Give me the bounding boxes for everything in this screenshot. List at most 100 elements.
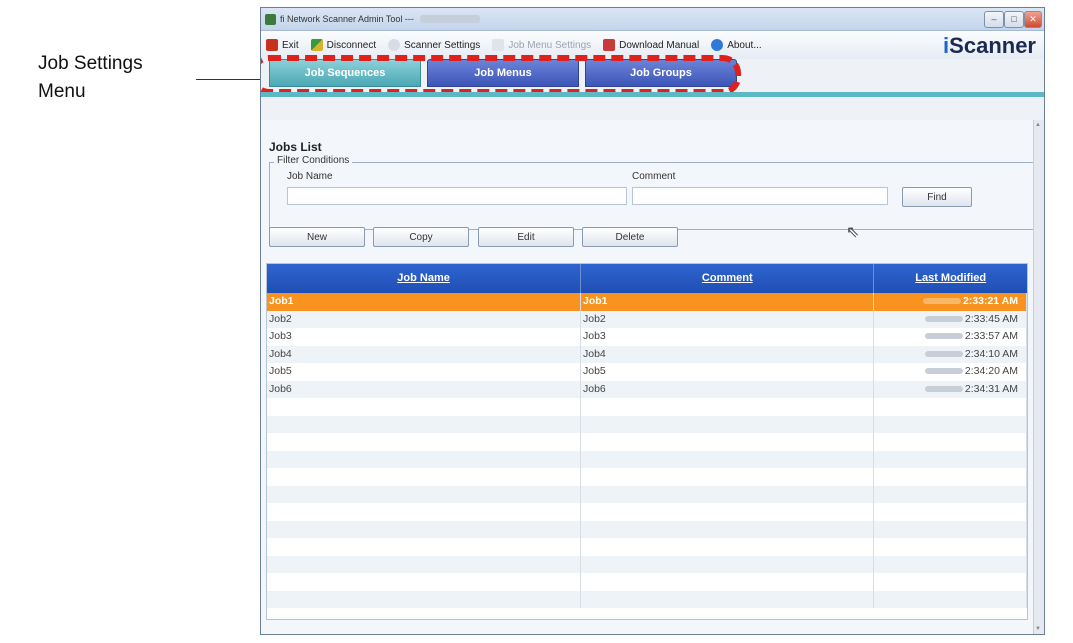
table-row[interactable] xyxy=(267,415,1027,433)
copy-button[interactable]: Copy xyxy=(373,227,469,247)
column-job-name[interactable]: Job Name xyxy=(267,264,582,293)
cell-job-name xyxy=(267,485,581,503)
job-settings-tabs: Job Sequences Job Menus Job Groups xyxy=(261,55,1044,97)
edit-button[interactable]: Edit xyxy=(478,227,574,247)
cell-text: Job6 xyxy=(269,382,292,395)
job-menu-settings-button[interactable]: Job Menu Settings xyxy=(492,39,591,51)
date-redacted xyxy=(924,368,963,375)
maximize-button[interactable]: □ xyxy=(1004,11,1024,28)
close-button[interactable]: ✕ xyxy=(1024,11,1042,28)
cell-job-name: Job6 xyxy=(267,380,581,398)
table-body: Job1 Job1 2:33:21 AM Job2 Job2 2:33:45 AM Job3… xyxy=(267,293,1027,608)
job-name-label: Job Name xyxy=(287,171,333,182)
cell-comment xyxy=(581,433,874,451)
comment-input[interactable] xyxy=(632,187,888,205)
table-row[interactable] xyxy=(267,573,1027,591)
cell-last-modified xyxy=(874,415,1027,433)
download-manual-button[interactable]: Download Manual xyxy=(603,39,699,51)
scroll-up-icon[interactable]: ▲ xyxy=(1035,122,1041,128)
date-redacted xyxy=(924,350,963,357)
table-row[interactable] xyxy=(267,520,1027,538)
table-row[interactable]: Job6 Job6 2:34:31 AM xyxy=(267,380,1027,398)
vertical-scrollbar[interactable]: ▲ ▼ xyxy=(1033,120,1044,634)
cell-comment xyxy=(581,555,874,573)
cell-job-name xyxy=(267,468,581,486)
download-manual-icon xyxy=(603,39,616,51)
cell-job-name xyxy=(267,590,581,608)
download-manual-label: Download Manual xyxy=(619,39,700,51)
cell-comment xyxy=(581,520,874,538)
table-row[interactable] xyxy=(267,450,1027,468)
highlight-dashed-outline xyxy=(261,55,741,95)
cell-comment: Job5 xyxy=(581,363,874,381)
app-window: fi Network Scanner Admin Tool --- – □ ✕ … xyxy=(260,7,1045,635)
table-row[interactable] xyxy=(267,398,1027,416)
disconnect-label: Disconnect xyxy=(326,39,377,51)
cell-job-name: Job3 xyxy=(267,328,581,346)
job-menu-settings-icon xyxy=(492,39,505,51)
disconnect-button[interactable]: Disconnect xyxy=(310,39,377,51)
date-redacted xyxy=(922,298,961,305)
table-row[interactable]: Job4 Job4 2:34:10 AM xyxy=(267,345,1027,363)
about-button[interactable]: About... xyxy=(711,39,762,51)
job-name-input[interactable] xyxy=(287,187,627,205)
table-row[interactable]: Job2 Job2 2:33:45 AM xyxy=(267,310,1027,328)
table-header: Job Name Comment Last Modified xyxy=(267,264,1027,293)
new-button[interactable]: New xyxy=(269,227,365,247)
cell-job-name: Job1 xyxy=(267,293,581,311)
table-row[interactable] xyxy=(267,538,1027,556)
cell-text: Job3 xyxy=(583,330,606,342)
cell-comment xyxy=(581,450,874,468)
table-row[interactable]: Job1 Job1 2:33:21 AM xyxy=(267,293,1027,311)
cell-last-modified xyxy=(874,503,1027,521)
cell-job-name xyxy=(267,450,581,468)
scanner-settings-button[interactable]: Scanner Settings xyxy=(388,39,480,51)
cell-text: Job5 xyxy=(269,365,292,377)
iscanner-logo: iScanner xyxy=(943,33,1036,58)
scanner-settings-label: Scanner Settings xyxy=(404,39,481,51)
delete-button[interactable]: Delete xyxy=(582,227,678,247)
mouse-cursor-icon: ⇖ xyxy=(846,224,860,241)
cell-text: Job6 xyxy=(583,382,606,395)
scroll-down-icon[interactable]: ▼ xyxy=(1035,626,1041,632)
table-row[interactable] xyxy=(267,590,1027,608)
callout-line1: Job Settings xyxy=(38,53,143,74)
minimize-button[interactable]: – xyxy=(984,11,1004,28)
disconnect-icon xyxy=(310,39,323,51)
exit-button[interactable]: Exit xyxy=(266,39,299,51)
cell-text: 2:34:31 AM xyxy=(964,382,1018,395)
column-comment[interactable]: Comment xyxy=(581,264,875,293)
cell-job-name xyxy=(267,503,581,521)
table-row[interactable] xyxy=(267,433,1027,451)
callout-label: Job Settings Menu xyxy=(38,50,208,106)
cell-last-modified xyxy=(874,555,1027,573)
cell-last-modified xyxy=(874,485,1027,503)
table-row[interactable] xyxy=(267,468,1027,486)
jobs-table: Job Name Comment Last Modified Job1 Job1 2… xyxy=(266,263,1028,620)
cell-job-name xyxy=(267,573,581,591)
cell-last-modified xyxy=(874,398,1027,416)
cell-last-modified: 2:33:57 AM xyxy=(874,328,1027,346)
column-last-modified[interactable]: Last Modified xyxy=(874,264,1027,293)
cell-last-modified xyxy=(874,538,1027,556)
cell-comment xyxy=(581,538,874,556)
cell-text: Job2 xyxy=(269,312,292,325)
table-row[interactable] xyxy=(267,555,1027,573)
table-row[interactable]: Job5 Job5 2:34:20 AM xyxy=(267,363,1027,381)
cell-job-name xyxy=(267,555,581,573)
table-row[interactable]: Job3 Job3 2:33:57 AM xyxy=(267,328,1027,346)
cell-comment xyxy=(581,398,874,416)
info-icon xyxy=(711,39,724,51)
cell-last-modified xyxy=(874,573,1027,591)
cell-text: 2:34:20 AM xyxy=(964,365,1018,377)
table-row[interactable] xyxy=(267,485,1027,503)
exit-icon xyxy=(266,39,278,51)
find-button[interactable]: Find xyxy=(902,187,972,207)
table-row[interactable] xyxy=(267,503,1027,521)
cell-text: 2:33:21 AM xyxy=(962,295,1018,307)
cell-last-modified xyxy=(874,520,1027,538)
jobs-list-panel: Jobs List Filter Conditions Job Name Com… xyxy=(261,120,1043,634)
window-title: fi Network Scanner Admin Tool --- xyxy=(280,14,414,24)
cell-text: 2:33:57 AM xyxy=(964,330,1018,342)
cell-job-name xyxy=(267,398,581,416)
